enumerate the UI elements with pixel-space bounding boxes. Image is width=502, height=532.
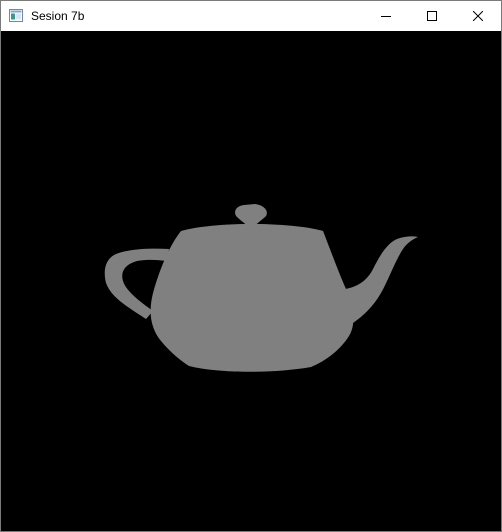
close-button[interactable]: [455, 1, 501, 31]
maximize-icon: [427, 11, 437, 21]
minimize-icon: [381, 16, 391, 17]
teapot-lid-knob: [235, 204, 267, 226]
teapot-render: [104, 204, 418, 372]
title-bar[interactable]: Sesion 7b: [1, 1, 501, 31]
maximize-button[interactable]: [409, 1, 455, 31]
close-icon: [473, 11, 483, 21]
app-window: Sesion 7b: [0, 0, 502, 532]
render-viewport[interactable]: [1, 31, 501, 531]
teapot-body: [150, 224, 354, 372]
app-window-icon: [9, 9, 23, 22]
teapot-spout: [345, 236, 418, 323]
window-title: Sesion 7b: [31, 9, 85, 23]
minimize-button[interactable]: [363, 1, 409, 31]
